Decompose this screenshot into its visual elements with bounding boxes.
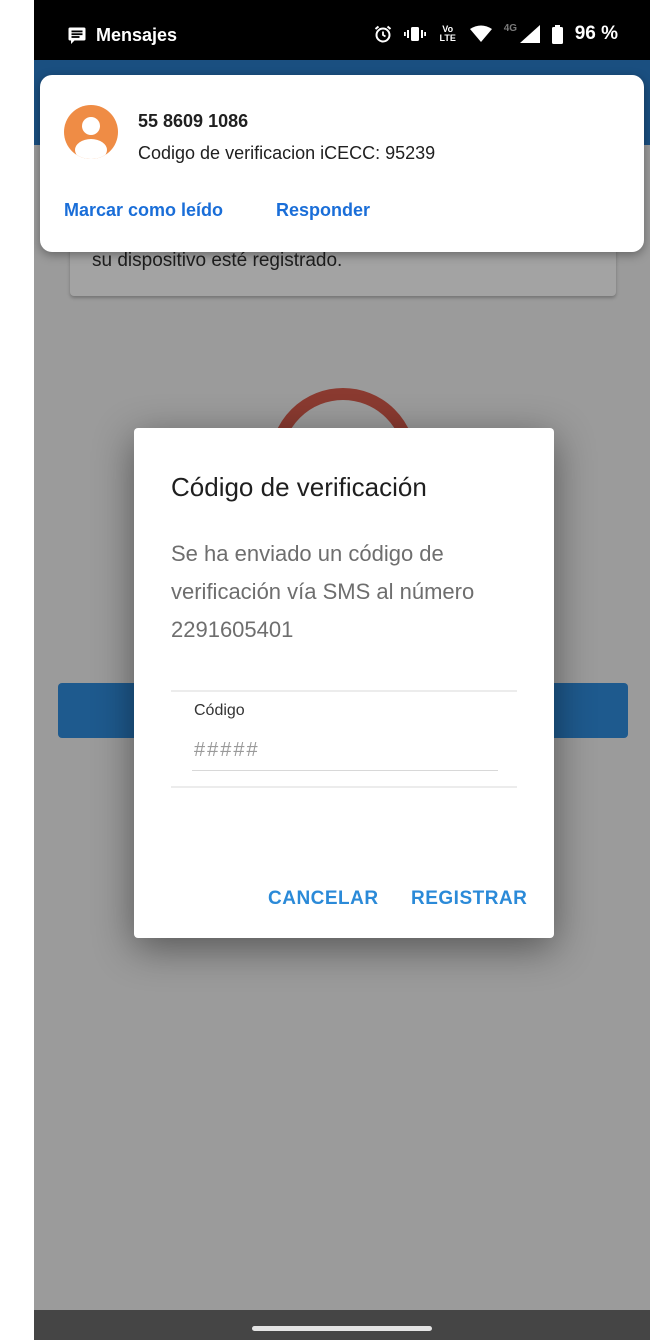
dialog-title: Código de verificación: [171, 472, 427, 502]
status-bar-right: Vo LTE 4G 96 %: [374, 20, 618, 48]
divider: [171, 690, 517, 692]
sms-notification[interactable]: 55 8609 1086 Codigo de verificacion iCEC…: [40, 75, 644, 252]
person-icon: [64, 105, 118, 159]
message-icon: [68, 27, 86, 44]
status-bar-left: Mensajes: [68, 22, 177, 48]
phone-screen: su dispositivo esté registrado. Mensajes: [34, 0, 650, 1340]
battery-icon: [551, 24, 563, 44]
code-input[interactable]: [192, 730, 498, 771]
status-bar: Mensajes Vo LTE 4G 96 %: [34, 0, 650, 60]
mobile-data-icon: 4G: [504, 23, 540, 45]
cancel-button[interactable]: CANCELAR: [268, 888, 379, 910]
info-card-text: su dispositivo esté registrado.: [92, 250, 343, 271]
register-button[interactable]: REGISTRAR: [411, 888, 527, 910]
vibrate-icon: [403, 26, 426, 42]
navigation-bar: [34, 1310, 650, 1340]
signal-icon: [519, 25, 540, 49]
dialog-message: Se ha enviado un código de verificación …: [171, 541, 475, 642]
reply-button[interactable]: Responder: [276, 200, 370, 221]
battery-percent: 96 %: [574, 23, 618, 44]
notification-app-name: Mensajes: [96, 24, 178, 45]
divider: [171, 786, 517, 788]
verification-dialog: Código de verificación Se ha enviado un …: [134, 428, 554, 938]
notification-sender: 55 8609 1086: [138, 111, 249, 131]
notification-message: Codigo de verificacion iCECC: 95239: [138, 143, 436, 163]
code-field-label: Código: [194, 702, 245, 719]
home-gesture-handle[interactable]: [252, 1326, 432, 1331]
mark-as-read-button[interactable]: Marcar como leído: [64, 200, 223, 221]
alarm-icon: [374, 25, 392, 43]
volte-icon: Vo LTE: [439, 24, 456, 43]
wifi-icon: [469, 25, 492, 43]
network-type-label: 4G: [503, 23, 518, 34]
